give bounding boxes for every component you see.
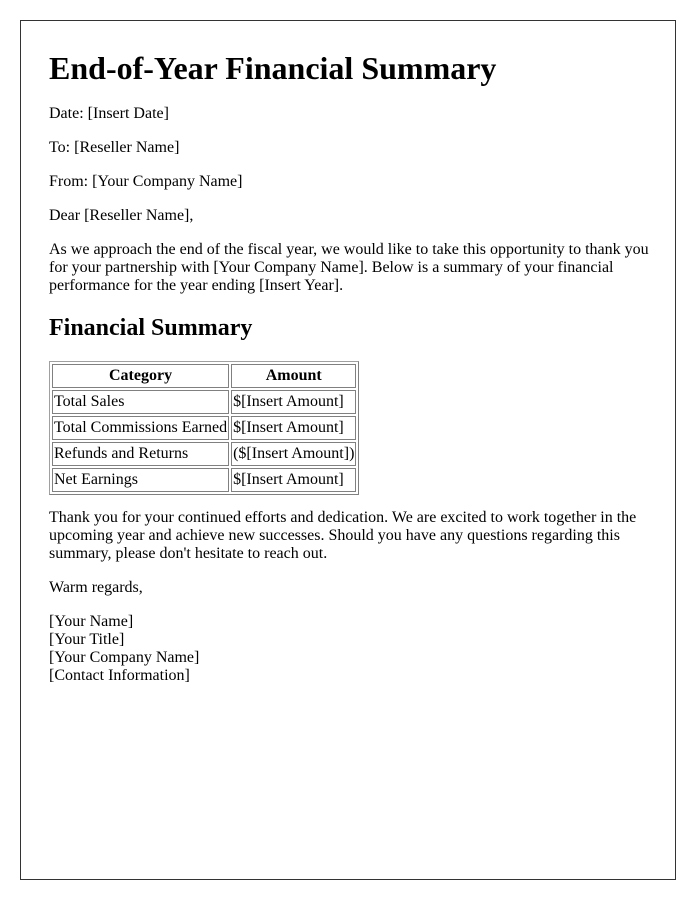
amount-cell: $[Insert Amount] [231, 468, 357, 492]
salutation: Dear [Reseller Name], [49, 207, 194, 224]
to-line: To: [Reseller Name] [49, 139, 661, 157]
signature-company: [Your Company Name] [49, 649, 200, 666]
intro-paragraph: As we approach the end of the fiscal yea… [49, 241, 649, 294]
table-row: Total Sales $[Insert Amount] [52, 390, 357, 414]
signature-contact: [Contact Information] [49, 667, 190, 684]
category-cell: Total Sales [52, 390, 230, 414]
table-row: Refunds and Returns ($[Insert Amount]) [52, 442, 357, 466]
date-label: Date: [49, 105, 84, 122]
amount-cell: $[Insert Amount] [231, 390, 357, 414]
signature-block: [Your Name] [Your Title] [Your Company N… [49, 613, 661, 685]
table-header-row: Category Amount [52, 364, 357, 388]
page-title: End-of-Year Financial Summary [49, 50, 497, 86]
category-cell: Net Earnings [52, 468, 230, 492]
amount-cell: ($[Insert Amount]) [231, 442, 357, 466]
letter-container: End-of-Year Financial Summary Date: [Ins… [20, 20, 676, 880]
section-heading: Financial Summary [49, 315, 253, 341]
category-cell: Refunds and Returns [52, 442, 230, 466]
from-value: [Your Company Name] [92, 173, 243, 190]
column-header-category: Category [52, 364, 230, 388]
column-header-amount: Amount [231, 364, 357, 388]
to-label: To: [49, 139, 71, 156]
date-line: Date: [Insert Date] [49, 105, 661, 123]
to-value: [Reseller Name] [74, 139, 180, 156]
table-row: Net Earnings $[Insert Amount] [52, 468, 357, 492]
signature-title: [Your Title] [49, 631, 125, 648]
financial-summary-table: Category Amount Total Sales $[Insert Amo… [49, 361, 360, 495]
amount-cell: $[Insert Amount] [231, 416, 357, 440]
sign-off: Warm regards, [49, 579, 143, 596]
signature-name: [Your Name] [49, 613, 134, 630]
closing-paragraph: Thank you for your continued efforts and… [49, 509, 637, 562]
category-cell: Total Commissions Earned [52, 416, 230, 440]
from-label: From: [49, 173, 89, 190]
from-line: From: [Your Company Name] [49, 173, 661, 191]
table-row: Total Commissions Earned $[Insert Amount… [52, 416, 357, 440]
date-value: [Insert Date] [87, 105, 169, 122]
